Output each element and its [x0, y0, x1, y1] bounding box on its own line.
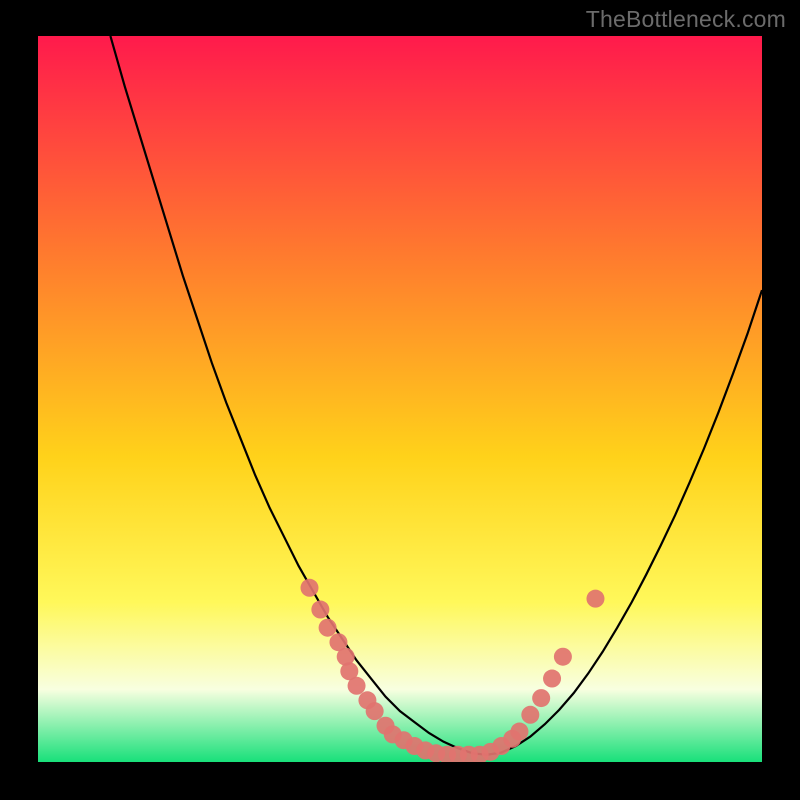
chart-background: [38, 36, 762, 762]
curve-marker: [319, 619, 337, 637]
curve-marker: [348, 677, 366, 695]
curve-marker: [532, 689, 550, 707]
plot-area: [38, 36, 762, 762]
curve-marker: [554, 648, 572, 666]
curve-marker: [366, 702, 384, 720]
chart-svg: [38, 36, 762, 762]
curve-marker: [301, 579, 319, 597]
chart-root: TheBottleneck.com: [0, 0, 800, 800]
curve-marker: [521, 706, 539, 724]
curve-marker: [311, 601, 329, 619]
watermark-text: TheBottleneck.com: [586, 6, 786, 33]
curve-marker: [510, 723, 528, 741]
curve-marker: [543, 670, 561, 688]
curve-marker: [586, 590, 604, 608]
